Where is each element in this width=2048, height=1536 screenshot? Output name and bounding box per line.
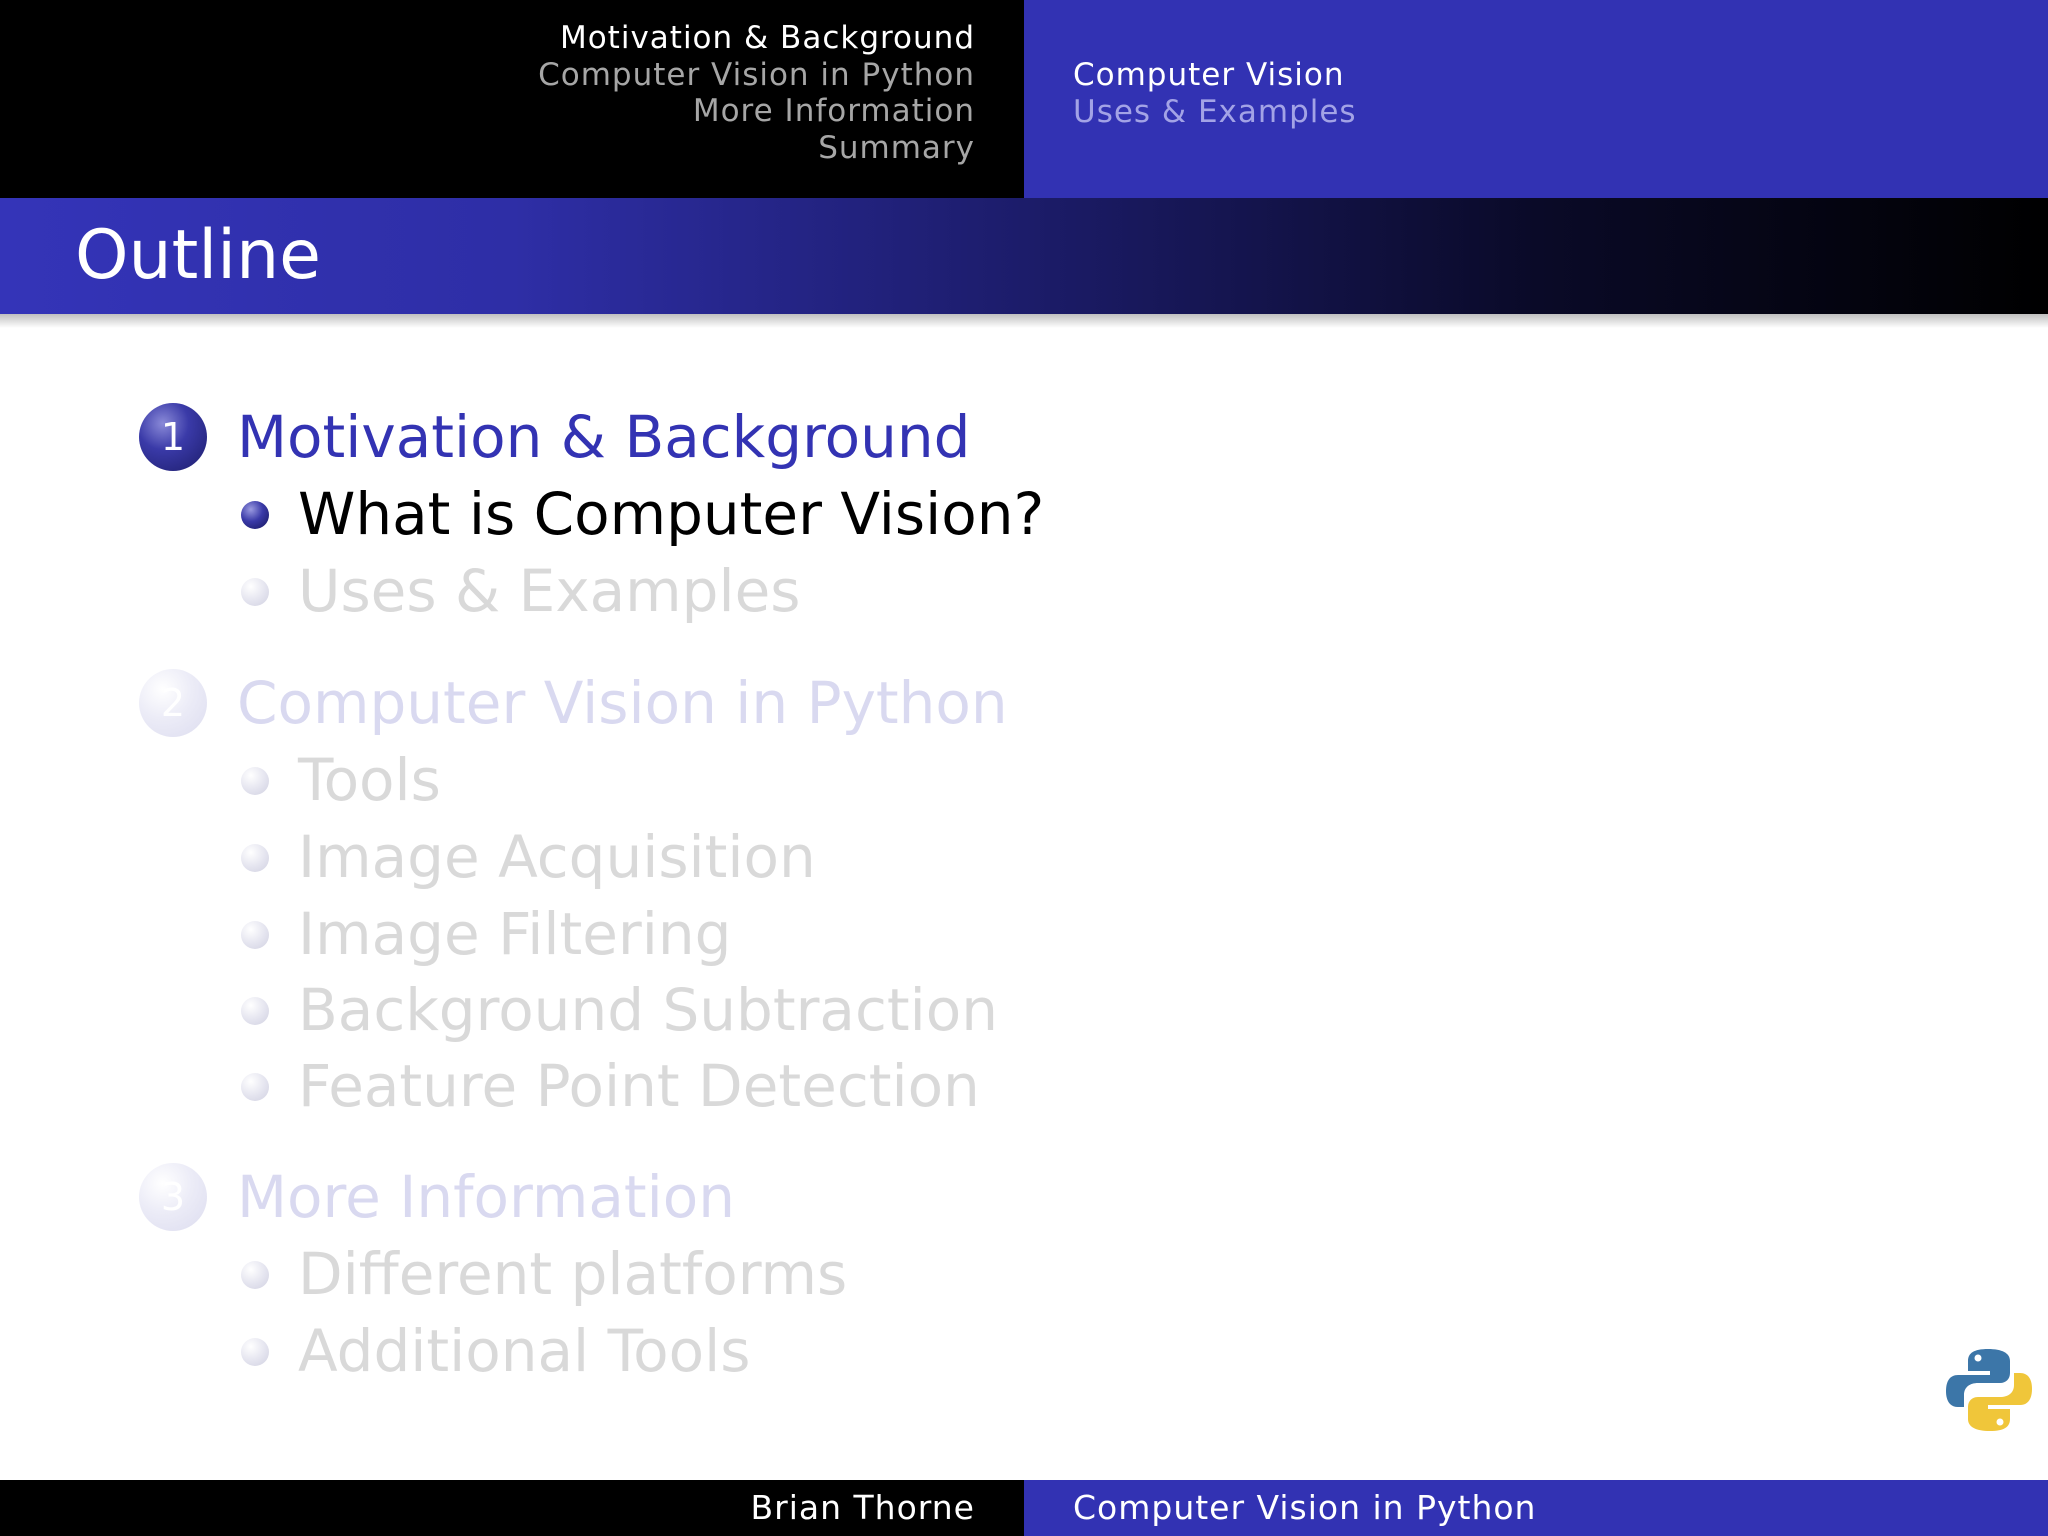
footer-author: Brian Thorne	[750, 1488, 975, 1527]
bullet-icon	[241, 844, 269, 872]
footer-title-bar: Computer Vision in Python	[1024, 1480, 2048, 1536]
outline-item[interactable]: Image Acquisition	[0, 823, 2048, 891]
outline-item-label: Uses & Examples	[298, 557, 801, 625]
section-title: Motivation & Background	[237, 403, 971, 471]
outline-item-label: Image Filtering	[298, 900, 732, 968]
outline-item[interactable]: Tools	[0, 746, 2048, 814]
bullet-icon	[241, 767, 269, 795]
outline-item[interactable]: Different platforms	[0, 1240, 2048, 1308]
section-number-badge: 2	[139, 669, 207, 737]
python-logo-icon	[1946, 1349, 2032, 1431]
outline-item[interactable]: Feature Point Detection	[0, 1052, 2048, 1120]
bullet-icon	[241, 997, 269, 1025]
section-number-badge: 3	[139, 1163, 207, 1231]
section-title: Computer Vision in Python	[237, 669, 1008, 737]
bullet-icon	[241, 1261, 269, 1289]
outline-list: 1 Motivation & Background What is Comput…	[0, 0, 2048, 1480]
outline-item-label: Tools	[298, 746, 441, 814]
bullet-icon	[241, 578, 269, 606]
outline-item-label: What is Computer Vision?	[298, 480, 1045, 548]
section-title: More Information	[237, 1163, 735, 1231]
outline-item[interactable]: Background Subtraction	[0, 976, 2048, 1044]
footer-presentation-title: Computer Vision in Python	[1073, 1488, 1537, 1527]
bullet-icon	[241, 1073, 269, 1101]
outline-item[interactable]: Uses & Examples	[0, 557, 2048, 625]
outline-item-label: Image Acquisition	[298, 823, 816, 891]
section-number-badge: 1	[139, 403, 207, 471]
bullet-icon	[241, 1338, 269, 1366]
footer-author-bar: Brian Thorne	[0, 1480, 1024, 1536]
outline-item-label: Background Subtraction	[298, 976, 998, 1044]
bullet-icon	[241, 501, 269, 529]
bullet-icon	[241, 921, 269, 949]
outline-item-label: Additional Tools	[298, 1317, 751, 1385]
outline-item-label: Different platforms	[298, 1240, 848, 1308]
outline-item-label: Feature Point Detection	[298, 1052, 980, 1120]
outline-item[interactable]: Additional Tools	[0, 1317, 2048, 1385]
outline-item[interactable]: Image Filtering	[0, 900, 2048, 968]
outline-item[interactable]: What is Computer Vision?	[0, 480, 2048, 548]
